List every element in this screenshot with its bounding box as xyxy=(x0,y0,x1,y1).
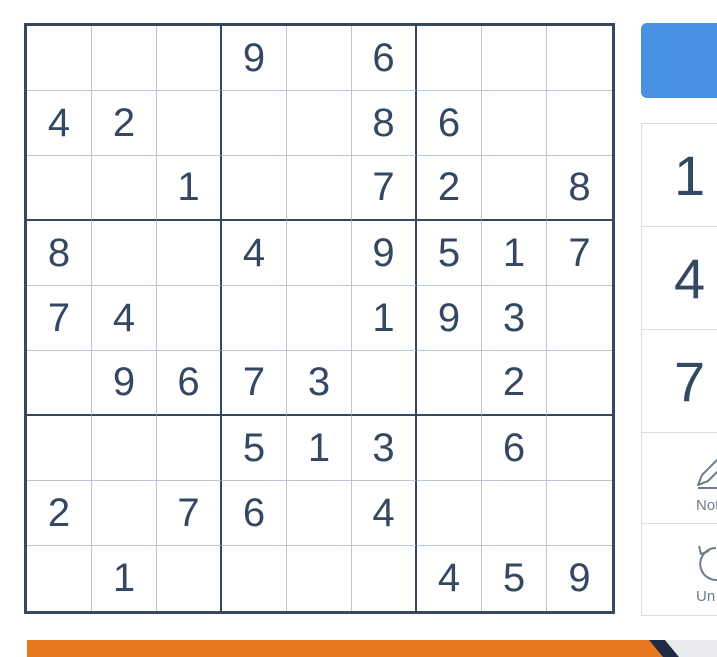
sudoku-page: 96428617288495177419396732513627641459 1… xyxy=(0,0,717,657)
cell-r9-c8[interactable]: 5 xyxy=(482,546,547,611)
cell-r5-c9[interactable] xyxy=(547,286,612,351)
cell-r4-c6[interactable]: 9 xyxy=(352,221,417,286)
undo-arrow-icon xyxy=(698,545,717,581)
cell-r4-c5[interactable] xyxy=(287,221,352,286)
cell-r3-c7[interactable]: 2 xyxy=(417,156,482,221)
cell-r1-c3[interactable] xyxy=(157,26,222,91)
cell-r9-c1[interactable] xyxy=(27,546,92,611)
numpad-key-1[interactable]: 1 xyxy=(642,124,717,227)
cell-r3-c2[interactable] xyxy=(92,156,157,221)
sudoku-board: 96428617288495177419396732513627641459 xyxy=(24,23,615,614)
cell-r8-c1[interactable]: 2 xyxy=(27,481,92,546)
cell-r8-c3[interactable]: 7 xyxy=(157,481,222,546)
new-game-button[interactable] xyxy=(641,23,717,98)
notes-label: Not xyxy=(696,497,717,514)
number-pad: 1 4 7 Not Un xyxy=(641,123,717,616)
cell-r2-c3[interactable] xyxy=(157,91,222,156)
cell-r7-c4[interactable]: 5 xyxy=(222,416,287,481)
cell-r5-c5[interactable] xyxy=(287,286,352,351)
cell-r5-c2[interactable]: 4 xyxy=(92,286,157,351)
undo-button[interactable]: Un xyxy=(642,524,717,615)
cell-r4-c3[interactable] xyxy=(157,221,222,286)
cell-r1-c8[interactable] xyxy=(482,26,547,91)
cell-r5-c1[interactable]: 7 xyxy=(27,286,92,351)
cell-r1-c9[interactable] xyxy=(547,26,612,91)
cell-r9-c6[interactable] xyxy=(352,546,417,611)
cell-r1-c4[interactable]: 9 xyxy=(222,26,287,91)
cell-r3-c5[interactable] xyxy=(287,156,352,221)
numpad-key-4[interactable]: 4 xyxy=(642,227,717,330)
cell-r5-c4[interactable] xyxy=(222,286,287,351)
cell-r9-c5[interactable] xyxy=(287,546,352,611)
cell-r2-c1[interactable]: 4 xyxy=(27,91,92,156)
cell-r2-c7[interactable]: 6 xyxy=(417,91,482,156)
cell-r9-c7[interactable]: 4 xyxy=(417,546,482,611)
cell-r6-c7[interactable] xyxy=(417,351,482,416)
pencil-icon xyxy=(697,458,717,489)
cell-r1-c6[interactable]: 6 xyxy=(352,26,417,91)
cell-r8-c9[interactable] xyxy=(547,481,612,546)
cell-r5-c6[interactable]: 1 xyxy=(352,286,417,351)
notes-button[interactable]: Not xyxy=(642,433,717,524)
cell-r4-c9[interactable]: 7 xyxy=(547,221,612,286)
cell-r4-c8[interactable]: 1 xyxy=(482,221,547,286)
cell-r1-c5[interactable] xyxy=(287,26,352,91)
cell-r5-c7[interactable]: 9 xyxy=(417,286,482,351)
cell-r7-c3[interactable] xyxy=(157,416,222,481)
cell-r9-c9[interactable]: 9 xyxy=(547,546,612,611)
cell-r2-c5[interactable] xyxy=(287,91,352,156)
cell-r3-c3[interactable]: 1 xyxy=(157,156,222,221)
cell-r8-c5[interactable] xyxy=(287,481,352,546)
cell-r1-c7[interactable] xyxy=(417,26,482,91)
cell-r7-c6[interactable]: 3 xyxy=(352,416,417,481)
cell-r6-c9[interactable] xyxy=(547,351,612,416)
ad-banner[interactable] xyxy=(27,640,717,657)
cell-r5-c8[interactable]: 3 xyxy=(482,286,547,351)
cell-r9-c3[interactable] xyxy=(157,546,222,611)
cell-r3-c4[interactable] xyxy=(222,156,287,221)
cell-r4-c1[interactable]: 8 xyxy=(27,221,92,286)
cell-r4-c4[interactable]: 4 xyxy=(222,221,287,286)
cell-r7-c9[interactable] xyxy=(547,416,612,481)
cell-r4-c2[interactable] xyxy=(92,221,157,286)
cell-r5-c3[interactable] xyxy=(157,286,222,351)
cell-r2-c4[interactable] xyxy=(222,91,287,156)
cell-r9-c2[interactable]: 1 xyxy=(92,546,157,611)
banner-orange-band xyxy=(27,640,717,657)
cell-r6-c5[interactable]: 3 xyxy=(287,351,352,416)
cell-r2-c6[interactable]: 8 xyxy=(352,91,417,156)
cell-r2-c9[interactable] xyxy=(547,91,612,156)
cell-r8-c8[interactable] xyxy=(482,481,547,546)
cell-r3-c6[interactable]: 7 xyxy=(352,156,417,221)
numpad-key-7[interactable]: 7 xyxy=(642,330,717,433)
cell-r8-c4[interactable]: 6 xyxy=(222,481,287,546)
cell-r1-c2[interactable] xyxy=(92,26,157,91)
cell-r3-c8[interactable] xyxy=(482,156,547,221)
cell-r8-c7[interactable] xyxy=(417,481,482,546)
cell-r3-c9[interactable]: 8 xyxy=(547,156,612,221)
cell-r8-c6[interactable]: 4 xyxy=(352,481,417,546)
cell-r9-c4[interactable] xyxy=(222,546,287,611)
cell-r7-c7[interactable] xyxy=(417,416,482,481)
cell-r6-c4[interactable]: 7 xyxy=(222,351,287,416)
cell-r3-c1[interactable] xyxy=(27,156,92,221)
cell-r2-c2[interactable]: 2 xyxy=(92,91,157,156)
cell-r7-c1[interactable] xyxy=(27,416,92,481)
cell-r6-c8[interactable]: 2 xyxy=(482,351,547,416)
cell-r6-c2[interactable]: 9 xyxy=(92,351,157,416)
cell-r7-c2[interactable] xyxy=(92,416,157,481)
cell-r1-c1[interactable] xyxy=(27,26,92,91)
cell-r7-c5[interactable]: 1 xyxy=(287,416,352,481)
undo-label: Un xyxy=(696,588,716,605)
cell-r8-c2[interactable] xyxy=(92,481,157,546)
cell-r2-c8[interactable] xyxy=(482,91,547,156)
cell-r7-c8[interactable]: 6 xyxy=(482,416,547,481)
cell-r4-c7[interactable]: 5 xyxy=(417,221,482,286)
cell-r6-c1[interactable] xyxy=(27,351,92,416)
cell-r6-c6[interactable] xyxy=(352,351,417,416)
cell-r6-c3[interactable]: 6 xyxy=(157,351,222,416)
